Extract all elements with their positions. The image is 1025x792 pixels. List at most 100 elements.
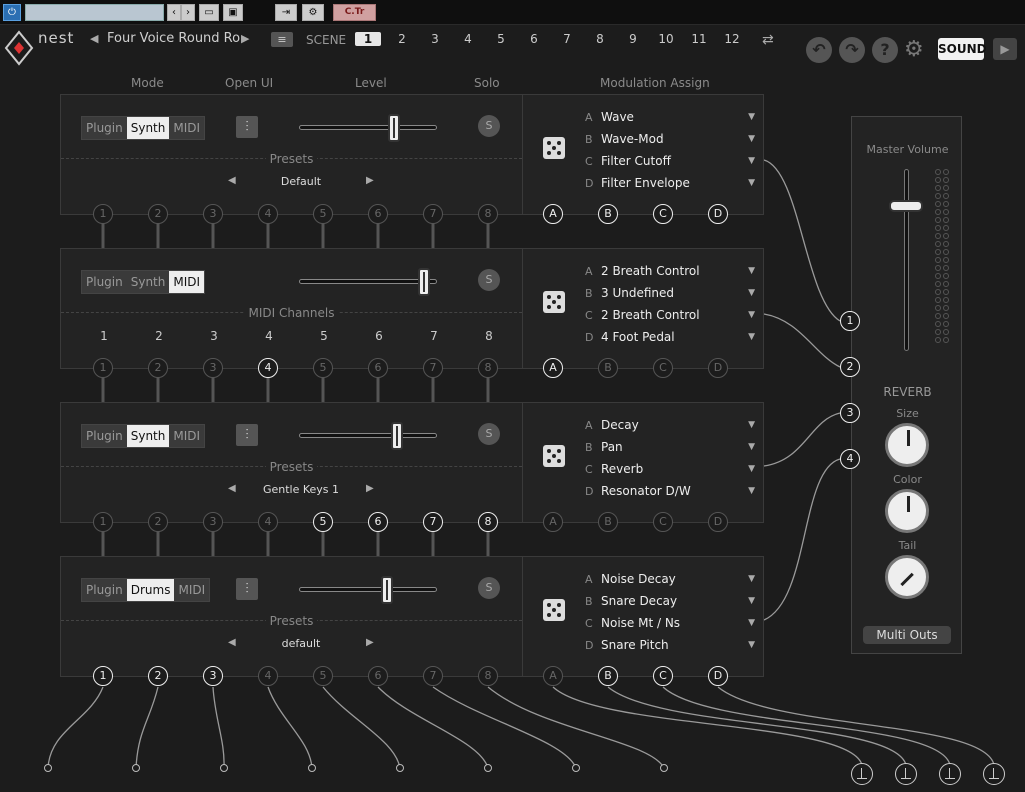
scene-8[interactable]: 8 xyxy=(587,32,613,46)
port-6[interactable]: 6 xyxy=(368,358,388,378)
multi-outs-button[interactable]: Multi Outs xyxy=(863,626,951,644)
port-2[interactable]: 2 xyxy=(148,358,168,378)
level-thumb[interactable] xyxy=(418,268,431,296)
dropdown-icon[interactable]: ▼ xyxy=(748,130,755,148)
solo-button[interactable]: S xyxy=(478,577,500,599)
dropdown-icon[interactable]: ▼ xyxy=(748,416,755,434)
scene-5[interactable]: 5 xyxy=(488,32,514,46)
port-7[interactable]: 7 xyxy=(423,204,443,224)
mod-port-c[interactable]: C xyxy=(653,204,673,224)
randomize-dice-icon[interactable] xyxy=(543,137,565,159)
dropdown-icon[interactable]: ▼ xyxy=(748,482,755,500)
mod-assign-c[interactable]: C Filter Cutoff ▼ xyxy=(585,152,755,170)
tail-knob[interactable] xyxy=(885,555,929,599)
reverb-bus-2[interactable]: 2 xyxy=(840,357,860,377)
mod-port-b[interactable]: B xyxy=(598,358,618,378)
scene-1[interactable]: 1 xyxy=(355,32,381,46)
mod-port-d[interactable]: D xyxy=(708,512,728,532)
output-node[interactable] xyxy=(220,764,228,772)
port-2[interactable]: 2 xyxy=(148,512,168,532)
port-2[interactable]: 2 xyxy=(148,666,168,686)
port-6[interactable]: 6 xyxy=(368,204,388,224)
dropdown-icon[interactable]: ▼ xyxy=(748,152,755,170)
level-thumb[interactable] xyxy=(380,576,393,604)
port-6[interactable]: 6 xyxy=(368,666,388,686)
port-3[interactable]: 3 xyxy=(203,358,223,378)
level-slider[interactable] xyxy=(299,422,437,450)
mod-port-a[interactable]: A xyxy=(543,204,563,224)
mod-assign-b[interactable]: B Wave-Mod ▼ xyxy=(585,130,755,148)
port-7[interactable]: 7 xyxy=(423,666,443,686)
randomize-dice-icon[interactable] xyxy=(543,445,565,467)
dropdown-icon[interactable]: ▼ xyxy=(748,570,755,588)
mod-port-d[interactable]: D xyxy=(708,666,728,686)
reverb-bus-4[interactable]: 4 xyxy=(840,449,860,469)
reverb-bus-3[interactable]: 3 xyxy=(840,403,860,423)
mode-synth[interactable]: Synth xyxy=(126,117,170,139)
output-node[interactable] xyxy=(132,764,140,772)
output-node[interactable] xyxy=(308,764,316,772)
port-4[interactable]: 4 xyxy=(258,666,278,686)
dropdown-icon[interactable]: ▼ xyxy=(748,306,755,324)
output-jack-icon[interactable] xyxy=(939,763,961,785)
dropdown-icon[interactable]: ▼ xyxy=(748,284,755,302)
master-volume-thumb[interactable] xyxy=(889,200,923,213)
mod-assign-b[interactable]: B Pan ▼ xyxy=(585,438,755,456)
mod-port-b[interactable]: B xyxy=(598,512,618,532)
port-8[interactable]: 8 xyxy=(478,512,498,532)
next-preset-icon[interactable]: ▶ xyxy=(366,637,374,648)
mod-port-a[interactable]: A xyxy=(543,512,563,532)
dropdown-icon[interactable]: ▼ xyxy=(748,174,755,192)
mod-assign-d[interactable]: D 4 Foot Pedal ▼ xyxy=(585,328,755,346)
midi-channel-7[interactable]: 7 xyxy=(424,329,444,343)
scene-2[interactable]: 2 xyxy=(389,32,415,46)
mod-assign-b[interactable]: B 3 Undefined ▼ xyxy=(585,284,755,302)
mod-assign-c[interactable]: C 2 Breath Control ▼ xyxy=(585,306,755,324)
mod-assign-a[interactable]: A Noise Decay ▼ xyxy=(585,570,755,588)
scene-11[interactable]: 11 xyxy=(686,32,712,46)
mode-midi[interactable]: MIDI xyxy=(169,271,205,293)
port-8[interactable]: 8 xyxy=(478,666,498,686)
dropdown-icon[interactable]: ▼ xyxy=(748,262,755,280)
mode-plugin[interactable]: Plugin xyxy=(82,117,127,139)
mod-assign-d[interactable]: D Filter Envelope ▼ xyxy=(585,174,755,192)
mode-midi[interactable]: MIDI xyxy=(169,117,204,139)
scene-9[interactable]: 9 xyxy=(620,32,646,46)
mod-port-b[interactable]: B xyxy=(598,666,618,686)
port-1[interactable]: 1 xyxy=(93,666,113,686)
mod-assign-d[interactable]: D Snare Pitch ▼ xyxy=(585,636,755,654)
mode-midi[interactable]: MIDI xyxy=(174,579,209,601)
mod-port-a[interactable]: A xyxy=(543,666,563,686)
port-8[interactable]: 8 xyxy=(478,204,498,224)
port-7[interactable]: 7 xyxy=(423,512,443,532)
port-1[interactable]: 1 xyxy=(93,512,113,532)
midi-channel-2[interactable]: 2 xyxy=(149,329,169,343)
port-3[interactable]: 3 xyxy=(203,666,223,686)
mod-port-c[interactable]: C xyxy=(653,666,673,686)
output-node[interactable] xyxy=(44,764,52,772)
mod-assign-c[interactable]: C Reverb ▼ xyxy=(585,460,755,478)
mode-plugin[interactable]: Plugin xyxy=(82,425,127,447)
port-4[interactable]: 4 xyxy=(258,358,278,378)
port-8[interactable]: 8 xyxy=(478,358,498,378)
level-thumb[interactable] xyxy=(387,114,400,142)
mode-plugin[interactable]: Plugin xyxy=(82,271,127,293)
level-slider[interactable] xyxy=(299,576,437,604)
next-preset-icon[interactable]: ▶ xyxy=(366,175,374,186)
scene-12[interactable]: 12 xyxy=(719,32,745,46)
midi-channel-3[interactable]: 3 xyxy=(204,329,224,343)
port-2[interactable]: 2 xyxy=(148,204,168,224)
mode-drums[interactable]: Drums xyxy=(126,579,175,601)
mod-port-a[interactable]: A xyxy=(543,358,563,378)
dropdown-icon[interactable]: ▼ xyxy=(748,438,755,456)
mod-port-d[interactable]: D xyxy=(708,358,728,378)
open-ui-icon[interactable]: ⫶ xyxy=(236,424,258,446)
port-3[interactable]: 3 xyxy=(203,512,223,532)
level-thumb[interactable] xyxy=(390,422,403,450)
midi-channel-6[interactable]: 6 xyxy=(369,329,389,343)
scene-10[interactable]: 10 xyxy=(653,32,679,46)
scene-6[interactable]: 6 xyxy=(521,32,547,46)
output-jack-icon[interactable] xyxy=(895,763,917,785)
dropdown-icon[interactable]: ▼ xyxy=(748,592,755,610)
port-6[interactable]: 6 xyxy=(368,512,388,532)
